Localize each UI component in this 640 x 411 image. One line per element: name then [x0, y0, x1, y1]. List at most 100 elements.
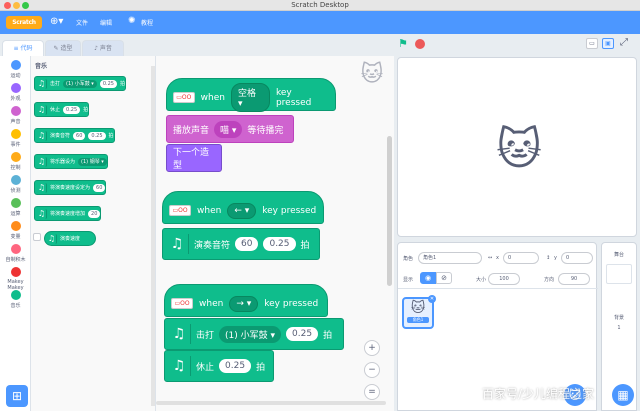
hat-block-right[interactable]: ▭OO when → ▾ key pressed	[164, 284, 328, 317]
drum-beats-input[interactable]: 0.25	[286, 327, 319, 341]
palette-block-3[interactable]: ♫ 将乐器设为 (1) 钢琴 ▾	[34, 154, 108, 169]
category-6[interactable]: 运算	[0, 198, 31, 217]
category-9[interactable]: Makey Makey	[0, 267, 31, 291]
category-1[interactable]: 外观	[0, 83, 31, 102]
palette-input-2[interactable]: 0.25	[88, 131, 106, 140]
category-label: 事件	[10, 142, 21, 148]
music-note-icon: ♫	[37, 78, 47, 89]
hat-block-space[interactable]: ▭OO when 空格 ▾ key pressed	[166, 78, 336, 112]
cat-thumbnail-icon: 🐱	[410, 300, 426, 316]
x-icon: ↔	[488, 255, 493, 261]
music-note-icon: ♫	[169, 234, 189, 254]
rest-beats-input[interactable]: 0.25	[219, 359, 252, 373]
fullscreen-icon[interactable]: ⤢	[620, 37, 628, 48]
palette-input[interactable]: 0.25	[99, 79, 117, 88]
tab-costumes[interactable]: ✎ 造型	[45, 40, 81, 56]
add-extension-icon[interactable]: ⊞	[6, 385, 28, 407]
green-flag-icon[interactable]: ⚑	[398, 37, 408, 50]
category-10[interactable]: 音乐	[0, 290, 31, 309]
sound-dropdown[interactable]: 喵 ▾	[214, 120, 243, 138]
category-dot-icon	[10, 267, 21, 277]
category-5[interactable]: 侦测	[0, 175, 31, 194]
delete-sprite-icon[interactable]: ✕	[428, 295, 436, 303]
key-dropdown[interactable]: ← ▾	[227, 202, 257, 219]
menu-file[interactable]: 文件	[76, 18, 88, 27]
key-dropdown[interactable]: 空格 ▾	[230, 83, 270, 112]
palette-block-0[interactable]: ♫ 击打 (1) 小军鼓 ▾ 0.25 拍	[34, 76, 126, 91]
palette-reporter-tempo[interactable]: ♫ 演奏速度	[44, 231, 96, 246]
workspace-h-scrollbar[interactable]	[156, 401, 386, 405]
tab-code[interactable]: ≡ 代码	[2, 40, 44, 56]
sprite-thumbnail[interactable]: 🐱 角色1 ✕	[402, 295, 436, 329]
category-label: 控制	[10, 165, 21, 171]
category-7[interactable]: 变量	[0, 221, 31, 240]
stage-controls: ⚑ ▭ ▣ ⤢	[394, 34, 640, 54]
x-input[interactable]: 0	[503, 252, 539, 264]
globe-icon[interactable]: ⊕▾	[50, 16, 63, 27]
next-costume-block[interactable]: 下一个造型	[166, 144, 222, 172]
palette-input[interactable]: 60	[73, 131, 86, 140]
beats-input[interactable]: 0.25	[263, 237, 296, 251]
zoom-out-button[interactable]: −	[364, 362, 380, 378]
palette-input[interactable]: 0.25	[63, 105, 81, 114]
key-dropdown[interactable]: → ▾	[229, 295, 259, 312]
play-note-block[interactable]: ♫ 演奏音符 60 0.25 拍	[162, 228, 320, 260]
menu-edit[interactable]: 编辑	[100, 18, 112, 27]
music-note-icon: ♫	[171, 324, 191, 344]
reporter-checkbox[interactable]	[33, 233, 41, 241]
category-8[interactable]: 自制积木	[0, 244, 31, 263]
size-input[interactable]: 100	[488, 273, 520, 285]
cat-sprite[interactable]: 🐱	[493, 122, 545, 178]
category-label: 变量	[10, 234, 21, 240]
note-input[interactable]: 60	[235, 237, 259, 251]
menu-tutorials[interactable]: 教程	[141, 18, 153, 27]
block-palette: 音乐 ♫ 击打 (1) 小军鼓 ▾ 0.25 拍 ♫ 休止 0.25 拍 ♫ 演奏音符 60 0.25 拍…	[31, 56, 156, 411]
palette-scrollbar[interactable]	[151, 66, 155, 406]
drum-dropdown[interactable]: (1) 小军鼓 ▾	[219, 325, 282, 343]
zoom-reset-button[interactable]: =	[364, 384, 380, 400]
palette-block-1[interactable]: ♫ 休止 0.25 拍	[34, 102, 90, 117]
category-0[interactable]: 运动	[0, 60, 31, 79]
category-3[interactable]: 事件	[0, 129, 31, 148]
stop-icon[interactable]	[415, 39, 425, 49]
scratch-logo[interactable]: Scratch	[6, 16, 42, 29]
choose-backdrop-icon[interactable]: ▦	[612, 384, 634, 406]
music-note-icon: ♫	[37, 130, 47, 141]
hat-block-left[interactable]: ▭OO when ← ▾ key pressed	[162, 191, 324, 224]
direction-input[interactable]: 90	[558, 273, 590, 285]
category-4[interactable]: 控制	[0, 152, 31, 171]
palette-dropdown[interactable]: (1) 小军鼓 ▾	[63, 79, 97, 88]
palette-dropdown[interactable]: (1) 钢琴 ▾	[78, 157, 107, 166]
music-note-icon: ♫	[37, 182, 47, 193]
y-input[interactable]: 0	[561, 252, 593, 264]
keyboard-icon: ▭OO	[173, 92, 195, 103]
sprite-indicator-cat-icon: 🐱	[360, 62, 384, 87]
hide-eye-icon[interactable]: ⊘	[436, 272, 452, 284]
rest-block[interactable]: ♫ 休止 0.25 拍	[164, 350, 274, 382]
window-titlebar: Scratch Desktop	[0, 0, 640, 11]
palette-input[interactable]: 20	[88, 209, 101, 218]
play-sound-block[interactable]: 播放声音 喵 ▾ 等待播完	[166, 115, 294, 143]
code-workspace[interactable]: 🐱 ▭OO when 空格 ▾ key pressed 播放声音 喵 ▾ 等待播…	[156, 56, 394, 411]
small-stage-icon[interactable]: ▭	[586, 38, 598, 49]
play-drum-block[interactable]: ♫ 击打 (1) 小军鼓 ▾ 0.25 拍	[164, 318, 344, 350]
lightbulb-icon: ✺	[128, 16, 136, 26]
workspace-v-scrollbar[interactable]	[387, 136, 392, 286]
palette-input[interactable]: 60	[93, 183, 106, 192]
category-dot-icon	[10, 129, 21, 139]
category-label: 侦测	[10, 188, 21, 194]
large-stage-icon[interactable]: ▣	[602, 38, 614, 49]
music-note-icon: ♫	[37, 208, 47, 219]
palette-block-5[interactable]: ♫ 将演奏速度增加 20	[34, 206, 102, 221]
stage-canvas[interactable]: 🐱	[397, 57, 637, 237]
show-eye-icon[interactable]: ◉	[420, 272, 436, 284]
palette-block-4[interactable]: ♫ 将演奏速度设定为 60	[34, 180, 107, 195]
palette-block-2[interactable]: ♫ 演奏音符 60 0.25 拍	[34, 128, 115, 143]
zoom-in-button[interactable]: +	[364, 340, 380, 356]
category-2[interactable]: 声音	[0, 106, 31, 125]
category-dot-icon	[10, 175, 21, 185]
tab-sounds[interactable]: ♪ 声音	[82, 40, 124, 56]
stage-thumbnail[interactable]	[606, 264, 632, 284]
category-dot-icon	[10, 152, 21, 162]
sprite-name-input[interactable]: 角色1	[418, 252, 482, 264]
